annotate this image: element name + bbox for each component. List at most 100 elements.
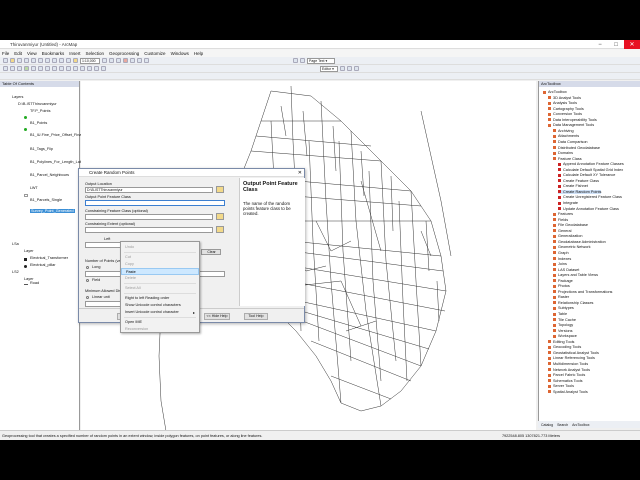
menu-customize[interactable]: Customize: [144, 51, 165, 56]
menu-geoprocessing[interactable]: Geoprocessing: [109, 51, 139, 56]
toolbox-item[interactable]: Joins: [553, 262, 567, 266]
toolbox-item[interactable]: Package: [553, 279, 573, 283]
toolbox-item[interactable]: Features: [553, 212, 573, 216]
toolbox-item[interactable]: Photos: [553, 284, 570, 288]
fixed-zoom-in-icon[interactable]: [31, 66, 36, 71]
toc-item[interactable]: Road: [30, 281, 39, 285]
drawing-icon[interactable]: [293, 58, 298, 63]
output-location-input[interactable]: D:\B-ISTThiruvanmiyur: [85, 187, 213, 193]
new-icon[interactable]: [3, 58, 8, 63]
dialog-close-icon[interactable]: ✕: [298, 170, 302, 176]
toolbox-tool-item[interactable]: Create Fishnet: [558, 184, 588, 188]
output-fc-input[interactable]: [85, 200, 225, 206]
menu-item-paste[interactable]: Paste: [121, 268, 199, 275]
undo-icon[interactable]: [59, 58, 64, 63]
toolbox-item[interactable]: Spatial Analyst Tools: [548, 390, 588, 394]
select-features-icon[interactable]: [59, 66, 64, 71]
pan-icon[interactable]: [17, 66, 22, 71]
field-radio[interactable]: [86, 279, 89, 282]
delete-icon[interactable]: [52, 58, 57, 63]
toolbox-item[interactable]: Graph: [553, 251, 569, 255]
long-radio[interactable]: [86, 266, 89, 269]
toolbox-item[interactable]: Fields: [553, 218, 568, 222]
browse-fc-icon[interactable]: [216, 213, 224, 220]
editor-menu[interactable]: Editor ▾: [320, 65, 338, 72]
linear-unit-radio[interactable]: [86, 296, 89, 299]
toolbox-tool-item[interactable]: Calculate Default XY Tolerance: [558, 173, 615, 177]
find-icon[interactable]: [87, 66, 92, 71]
toolbox-item[interactable]: General: [553, 229, 572, 233]
full-extent-icon[interactable]: [24, 66, 29, 71]
menu-windows[interactable]: Windows: [171, 51, 189, 56]
toolbox-item[interactable]: Geocoding Tools: [548, 345, 581, 349]
editor-toolbar-icon[interactable]: [102, 58, 107, 63]
toolbox-item[interactable]: Table: [553, 312, 567, 316]
menu-help[interactable]: Help: [194, 51, 203, 56]
menu-item-rtl[interactable]: Right to left Reading order: [121, 295, 199, 302]
extent-left-input[interactable]: [85, 242, 121, 248]
toc-item[interactable]: Layers: [12, 95, 23, 99]
maximize-button[interactable]: □: [608, 40, 624, 49]
menu-item-reconversion[interactable]: Reconversion: [121, 326, 199, 333]
menu-item-select-all[interactable]: Select All: [121, 285, 199, 292]
toc-item[interactable]: Layer: [24, 249, 34, 253]
menu-item-cut[interactable]: Cut: [121, 254, 199, 261]
clear-selection-icon[interactable]: [66, 66, 71, 71]
constraining-extent-input[interactable]: [85, 227, 213, 233]
toolbox-item[interactable]: Server Tools: [548, 384, 574, 388]
copy-icon[interactable]: [38, 58, 43, 63]
tab-arctoolbox[interactable]: ArcToolbox: [572, 423, 589, 427]
add-data-icon[interactable]: [73, 58, 78, 63]
toc-window-icon[interactable]: [109, 58, 114, 63]
toc-item[interactable]: B1_Parcel_Neighbours: [30, 173, 69, 177]
toc-item[interactable]: D:\B-ISTThiruvanmiyur: [18, 102, 57, 106]
python-icon[interactable]: [130, 58, 135, 63]
hide-help-button[interactable]: << Hide Help: [204, 313, 230, 320]
redo-icon[interactable]: [66, 58, 71, 63]
paste-icon[interactable]: [45, 58, 50, 63]
edit-tool-icon[interactable]: [340, 66, 345, 71]
toolbox-tool-item[interactable]: Create Feature Class: [558, 179, 599, 183]
open-icon[interactable]: [10, 58, 15, 63]
toolbox-item[interactable]: Schematics Tools: [548, 379, 582, 383]
toolbox-item[interactable]: Network Analyst Tools: [548, 368, 590, 372]
catalog-window-icon[interactable]: [116, 58, 121, 63]
modelbuilder-icon[interactable]: [137, 58, 142, 63]
toolbox-item[interactable]: Data Interoperability Tools: [548, 118, 597, 122]
toolbox-item[interactable]: Geometric Network: [553, 245, 591, 249]
menu-view[interactable]: View: [27, 51, 37, 56]
toolbox-tool-item[interactable]: Update Annotation Feature Class: [558, 207, 619, 211]
zoom-in-icon[interactable]: [3, 66, 8, 71]
toolbox-item[interactable]: Multidimension Tools: [548, 362, 588, 366]
toolbox-item[interactable]: Layers and Table Views: [553, 273, 598, 277]
select-elements-icon[interactable]: [73, 66, 78, 71]
toolbox-tool-item[interactable]: Create Unregistered Feature Class: [558, 195, 622, 199]
tab-search[interactable]: Search: [557, 423, 568, 427]
menu-edit[interactable]: Edit: [14, 51, 22, 56]
toolbox-item[interactable]: Topology: [553, 323, 573, 327]
sketch-tool-icon[interactable]: [347, 66, 352, 71]
toc-item[interactable]: B1_Parcels_Single: [30, 198, 62, 202]
fixed-zoom-out-icon[interactable]: [38, 66, 43, 71]
toolbox-item[interactable]: Feature Class: [553, 157, 582, 161]
toolbox-item[interactable]: Conversion Tools: [548, 112, 582, 116]
tool-help-button[interactable]: Tool Help: [244, 313, 268, 320]
measure-icon[interactable]: [94, 66, 99, 71]
toolbox-tool-item[interactable]: Calculate Default Spatial Grid Index: [558, 168, 623, 172]
tab-catalog[interactable]: Catalog: [541, 423, 553, 427]
toolbox-item[interactable]: 3D Analyst Tools: [548, 96, 581, 100]
zoom-out-icon[interactable]: [10, 66, 15, 71]
menu-selection[interactable]: Selection: [86, 51, 105, 56]
menu-file[interactable]: File: [2, 51, 9, 56]
toolbox-item[interactable]: Indexes: [553, 257, 571, 261]
hyperlink-icon[interactable]: [101, 66, 106, 71]
toolbox-item[interactable]: Geodatabase Administration: [553, 240, 606, 244]
straight-segment-icon[interactable]: [354, 66, 359, 71]
toolbox-tool-item[interactable]: Append Annotation Feature Classes: [558, 162, 624, 166]
minimize-button[interactable]: −: [592, 40, 608, 49]
toolbox-item[interactable]: LAS Dataset: [553, 268, 579, 272]
toolbox-item[interactable]: Archiving: [553, 129, 574, 133]
browse-extent-icon[interactable]: [216, 226, 224, 233]
select-graphics-icon[interactable]: [300, 58, 305, 63]
toc-item[interactable]: LWT: [30, 186, 38, 190]
